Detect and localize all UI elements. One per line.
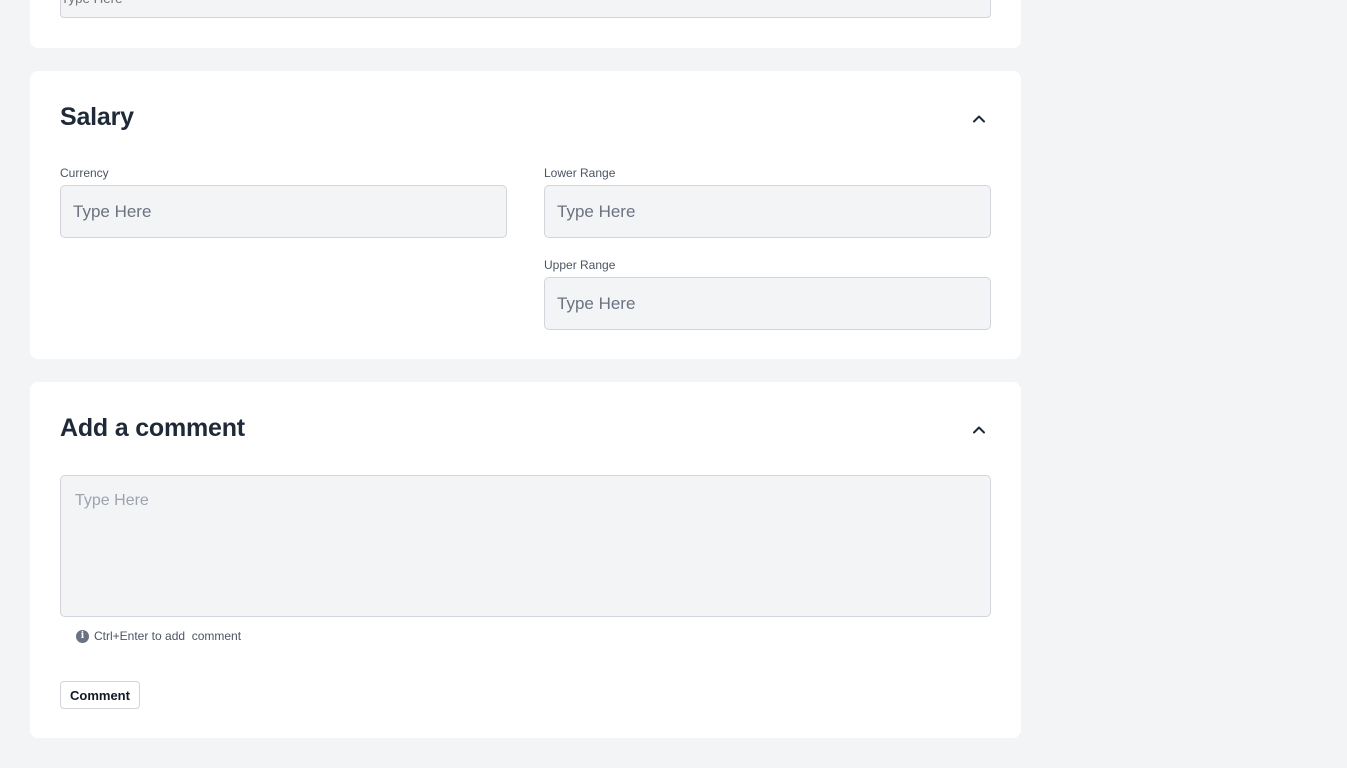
chevron-up-icon: [973, 426, 985, 433]
currency-input[interactable]: [60, 185, 507, 238]
chevron-up-icon: [973, 115, 985, 122]
info-icon: i: [76, 629, 89, 643]
comment-collapse-button[interactable]: [968, 418, 990, 440]
previous-section-card: [30, 0, 1021, 48]
page: Salary Currency Lower Range Upper Range …: [0, 0, 1347, 768]
comment-hint-text: Ctrl+Enter to add comment: [94, 629, 242, 643]
lower-range-label: Lower Range: [544, 166, 616, 180]
comment-button[interactable]: Comment: [60, 681, 140, 709]
previous-section-input[interactable]: [60, 0, 991, 18]
salary-section-card: Salary Currency Lower Range Upper Range: [30, 71, 1021, 359]
salary-collapse-button[interactable]: [968, 107, 990, 129]
comment-hint: i Ctrl+Enter to add comment: [76, 629, 241, 643]
currency-label: Currency: [60, 166, 109, 180]
comment-textarea[interactable]: [60, 475, 991, 617]
comment-section-title: Add a comment: [60, 414, 245, 442]
upper-range-label: Upper Range: [544, 258, 616, 272]
salary-section-title: Salary: [60, 103, 134, 131]
lower-range-input[interactable]: [544, 185, 991, 238]
comment-section-card: Add a comment i Ctrl+Enter to add commen…: [30, 382, 1021, 738]
upper-range-input[interactable]: [544, 277, 991, 330]
